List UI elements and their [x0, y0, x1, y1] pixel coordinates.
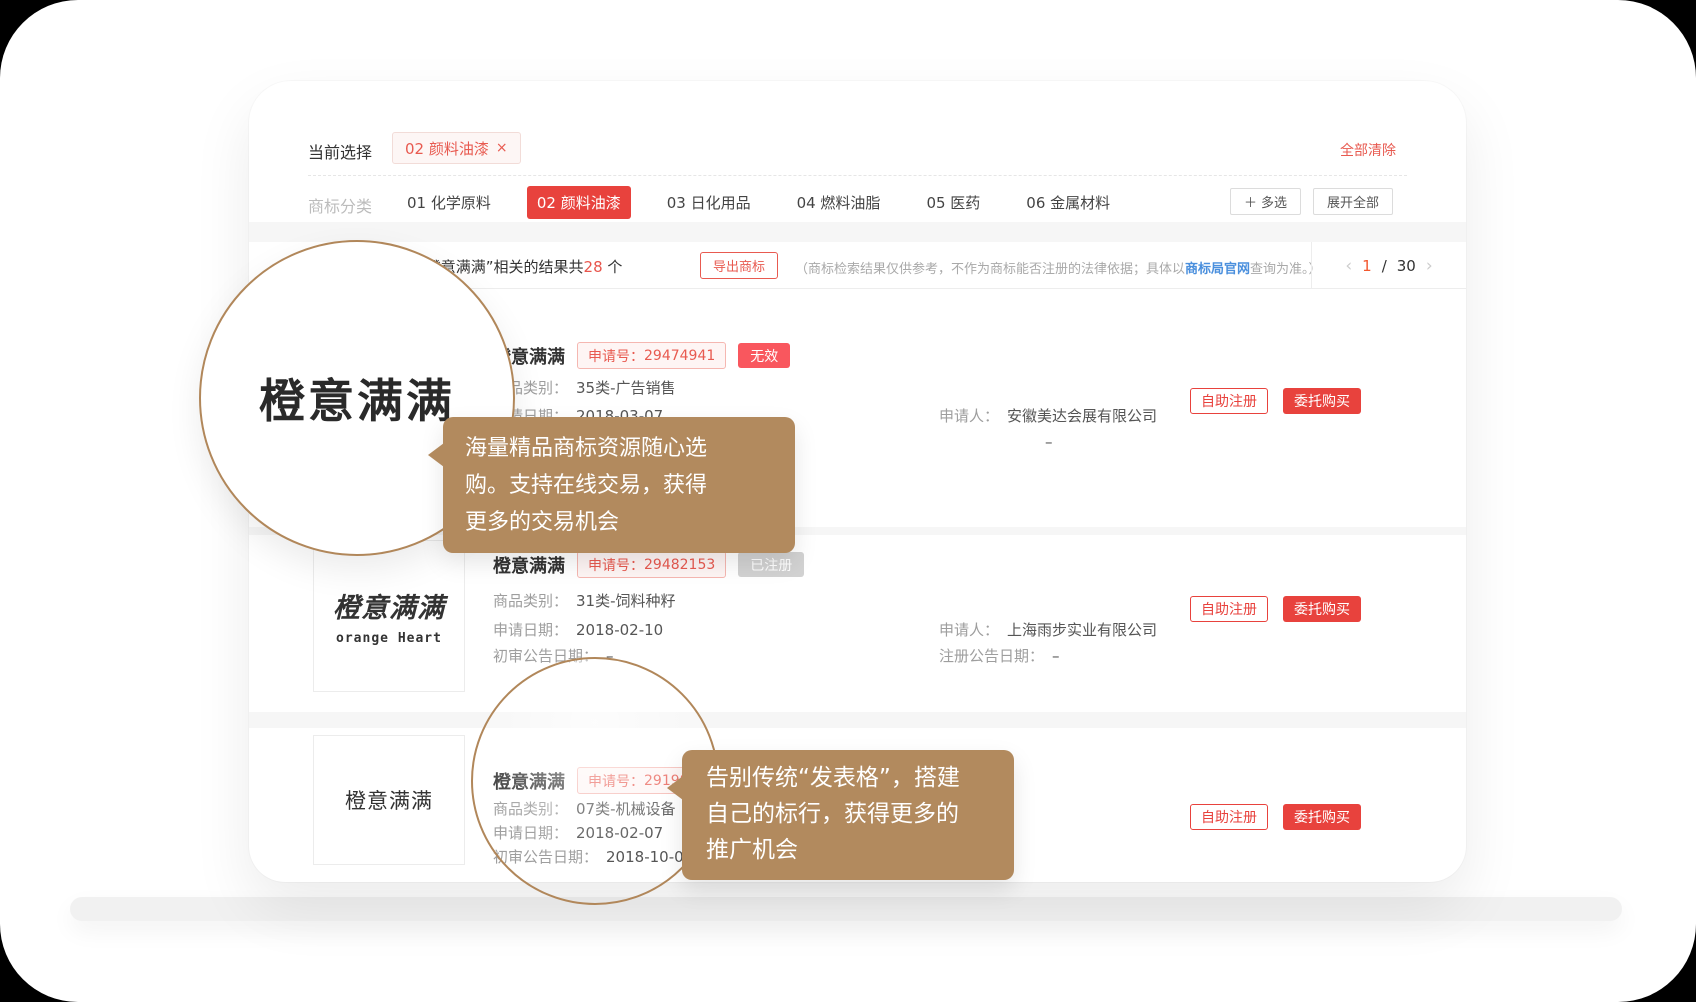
next-page-icon[interactable]: › [1426, 256, 1433, 276]
row-actions: 自助注册 委托购买 [1190, 804, 1361, 830]
field-label: 注册公告日期： [939, 647, 1044, 665]
row-actions: 自助注册 委托购买 [1190, 596, 1361, 622]
current-selection-bar: 当前选择 02 颜料油漆 × 全部清除 [249, 81, 1466, 175]
field-value: – [1045, 433, 1053, 451]
date-line: 申请日期：2018-02-10 申请人：上海雨步实业有限公司 [493, 619, 663, 640]
field-value: – [1052, 647, 1060, 665]
tooltip-line: 告别传统“发表格”，搭建 [706, 760, 990, 796]
current-selection-label: 当前选择 [308, 139, 372, 163]
field-value: 安徽美达会展有限公司 [1007, 407, 1157, 425]
applicant-field: 申请人： 安徽美达会展有限公司 [939, 405, 1157, 426]
trademark-image-text: 橙意满满 [333, 586, 445, 625]
trademark-office-link[interactable]: 商标局官网 [1185, 262, 1250, 277]
tab-category-04[interactable]: 04 燃料油脂 [787, 186, 891, 219]
selected-filter-tag[interactable]: 02 颜料油漆 × [392, 132, 521, 164]
page-divider: / [1382, 257, 1387, 275]
tab-category-06[interactable]: 06 金属材料 [1016, 186, 1120, 219]
tab-category-03[interactable]: 03 日化用品 [657, 186, 761, 219]
trademark-title-line: 橙意满满 申请号：29474941 无效 [493, 342, 790, 369]
results-count: 28 [584, 258, 603, 276]
multi-select-label: 多选 [1261, 192, 1287, 211]
tooltip-arrow-icon [667, 776, 683, 800]
tooltip-line: 推广机会 [706, 832, 990, 868]
laptop-base [70, 897, 1622, 921]
tooltip-promotion: 告别传统“发表格”，搭建 自己的标行，获得更多的 推广机会 [682, 750, 1014, 880]
application-number-label: 申请号： [588, 346, 644, 366]
application-number-tag: 申请号：29482153 [577, 551, 726, 578]
application-number-value: 29482153 [644, 557, 715, 573]
field-value: 31类-饲料种籽 [576, 592, 676, 610]
field-value: 2018-02-10 [576, 621, 663, 639]
current-page: 1 [1362, 257, 1372, 275]
self-register-button[interactable]: 自助注册 [1190, 388, 1268, 414]
status-badge: 无效 [738, 343, 790, 368]
field-label: 商品类别： [493, 592, 568, 610]
category-line: 商品类别：35类-广告销售 [493, 377, 676, 398]
tooltip-line: 海量精品商标资源随心选 [465, 430, 773, 467]
field-label: 申请人： [939, 621, 999, 639]
trademark-image-subtext: orange Heart [336, 631, 442, 646]
magnified-trademark-text: 橙意满满 [259, 365, 455, 431]
marketing-canvas: 当前选择 02 颜料油漆 × 全部清除 商标分类 01 化学原料 02 颜料油漆… [0, 0, 1696, 1002]
application-number-tag: 申请号：29474941 [577, 342, 726, 369]
registration-pub-field: 注册公告日期：– [939, 645, 1060, 666]
trademark-name: 橙意满满 [493, 552, 565, 578]
total-pages: 30 [1397, 257, 1416, 275]
field-label: 申请人： [939, 407, 999, 425]
trademark-title-line: 橙意满满 申请号：29482153 已注册 [493, 551, 804, 578]
tab-category-01[interactable]: 01 化学原料 [397, 186, 501, 219]
export-trademarks-button[interactable]: 导出商标 [700, 252, 778, 279]
status-badge: 已注册 [738, 552, 804, 577]
applicant-field: 申请人： 上海雨步实业有限公司 [939, 619, 1157, 640]
row-actions: 自助注册 委托购买 [1190, 388, 1361, 414]
application-number-value: 29474941 [644, 348, 715, 364]
tab-category-02-selected[interactable]: 02 颜料油漆 [527, 186, 631, 219]
registration-pub-field: – [1045, 433, 1053, 451]
tooltip-line: 自己的标行，获得更多的 [706, 796, 990, 832]
disclaimer-note: （商标检索结果仅供参考，不作为商标能否注册的法律依据；具体以商标局官网查询为准。… [795, 258, 1322, 277]
application-number-label: 申请号： [588, 555, 644, 575]
self-register-button[interactable]: 自助注册 [1190, 804, 1268, 830]
summary-suffix: 个 [603, 258, 623, 276]
plus-icon: ＋ [1244, 192, 1257, 211]
trademark-image: 橙意满满 orange Heart [313, 540, 465, 692]
filter-tag-text: 02 颜料油漆 [405, 138, 489, 159]
row-gap [249, 712, 1466, 728]
tooltip-line: 更多的交易机会 [465, 504, 773, 541]
note-text-before: （商标检索结果仅供参考，不作为商标能否注册的法律依据；具体以 [795, 262, 1185, 277]
category-tabs: 01 化学原料 02 颜料油漆 03 日化用品 04 燃料油脂 05 医药 06… [397, 182, 1120, 222]
entrust-purchase-button[interactable]: 委托购买 [1283, 804, 1361, 830]
tooltip-marketplace: 海量精品商标资源随心选 购。支持在线交易，获得 更多的交易机会 [443, 417, 795, 553]
trademark-image: 橙意满满 [313, 735, 465, 865]
close-icon[interactable]: × [496, 140, 508, 156]
field-value: 35类-广告销售 [576, 379, 676, 397]
entrust-purchase-button[interactable]: 委托购买 [1283, 388, 1361, 414]
field-value: 上海雨步实业有限公司 [1007, 621, 1157, 639]
pagination: ‹ 1 / 30 › [1311, 242, 1466, 289]
field-label: 申请日期： [493, 621, 568, 639]
prev-page-icon[interactable]: ‹ [1345, 256, 1352, 276]
tab-category-05[interactable]: 05 医药 [916, 186, 990, 219]
multi-select-button[interactable]: ＋ 多选 [1230, 188, 1301, 215]
category-line: 商品类别： 31类-饲料种籽 [493, 590, 676, 611]
category-actions: ＋ 多选 展开全部 [1230, 188, 1393, 215]
result-row: 橙意满满 orange Heart 橙意满满 申请号：29482153 已注册 … [249, 535, 1466, 712]
trademark-image-text: 橙意满满 [345, 785, 433, 815]
entrust-purchase-button[interactable]: 委托购买 [1283, 596, 1361, 622]
clear-all-button[interactable]: 全部清除 [1340, 140, 1396, 160]
section-gap [249, 222, 1466, 242]
tooltip-arrow-icon [428, 443, 444, 467]
tooltip-line: 购。支持在线交易，获得 [465, 467, 773, 504]
category-bar-label: 商标分类 [308, 193, 372, 217]
expand-all-button[interactable]: 展开全部 [1313, 188, 1393, 215]
self-register-button[interactable]: 自助注册 [1190, 596, 1268, 622]
